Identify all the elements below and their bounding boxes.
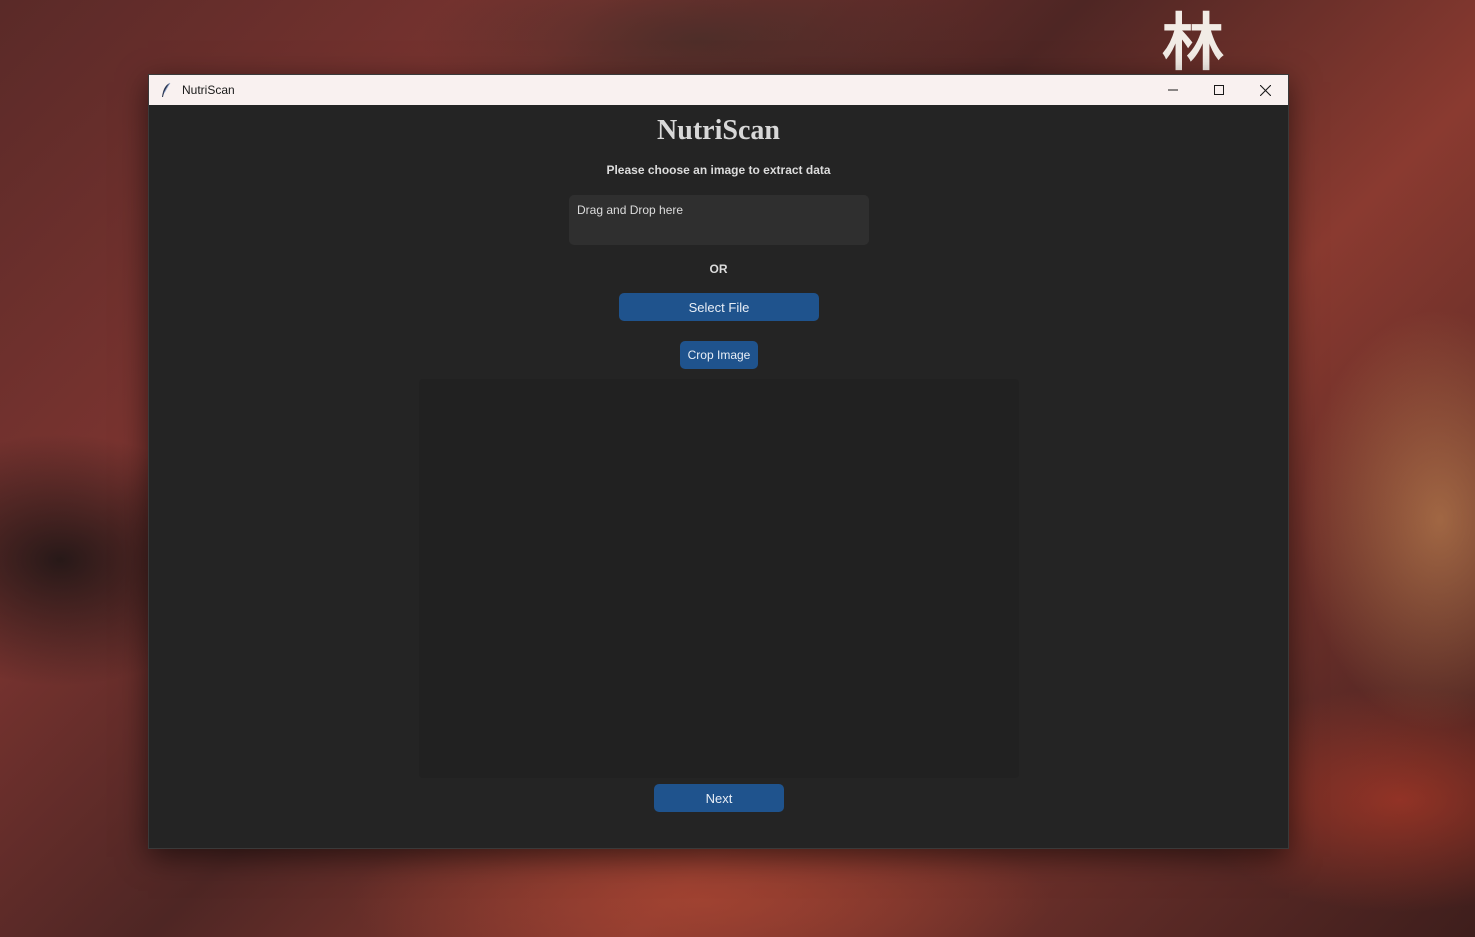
window-title: NutriScan — [182, 83, 235, 97]
main-content: NutriScan Please choose an image to extr… — [149, 105, 1288, 850]
close-button[interactable] — [1242, 75, 1288, 105]
feather-icon — [160, 82, 174, 98]
page-title: NutriScan — [657, 115, 780, 146]
wallpaper-calligraphy: 林 — [1162, 6, 1224, 79]
title-bar[interactable]: NutriScan — [149, 75, 1288, 105]
close-icon — [1259, 84, 1271, 96]
drag-drop-zone[interactable]: Drag and Drop here — [569, 195, 869, 245]
instruction-label: Please choose an image to extract data — [606, 163, 831, 177]
maximize-button[interactable] — [1196, 75, 1242, 105]
next-button[interactable]: Next — [654, 784, 784, 812]
minimize-button[interactable] — [1150, 75, 1196, 105]
maximize-icon — [1214, 85, 1224, 95]
minimize-icon — [1168, 89, 1178, 91]
or-label: OR — [709, 262, 728, 276]
crop-image-button[interactable]: Crop Image — [680, 341, 758, 369]
image-preview-area — [419, 379, 1019, 778]
app-window: NutriScan NutriScan Please choose an ima… — [148, 74, 1289, 849]
window-controls — [1150, 75, 1288, 105]
select-file-button[interactable]: Select File — [619, 293, 819, 321]
